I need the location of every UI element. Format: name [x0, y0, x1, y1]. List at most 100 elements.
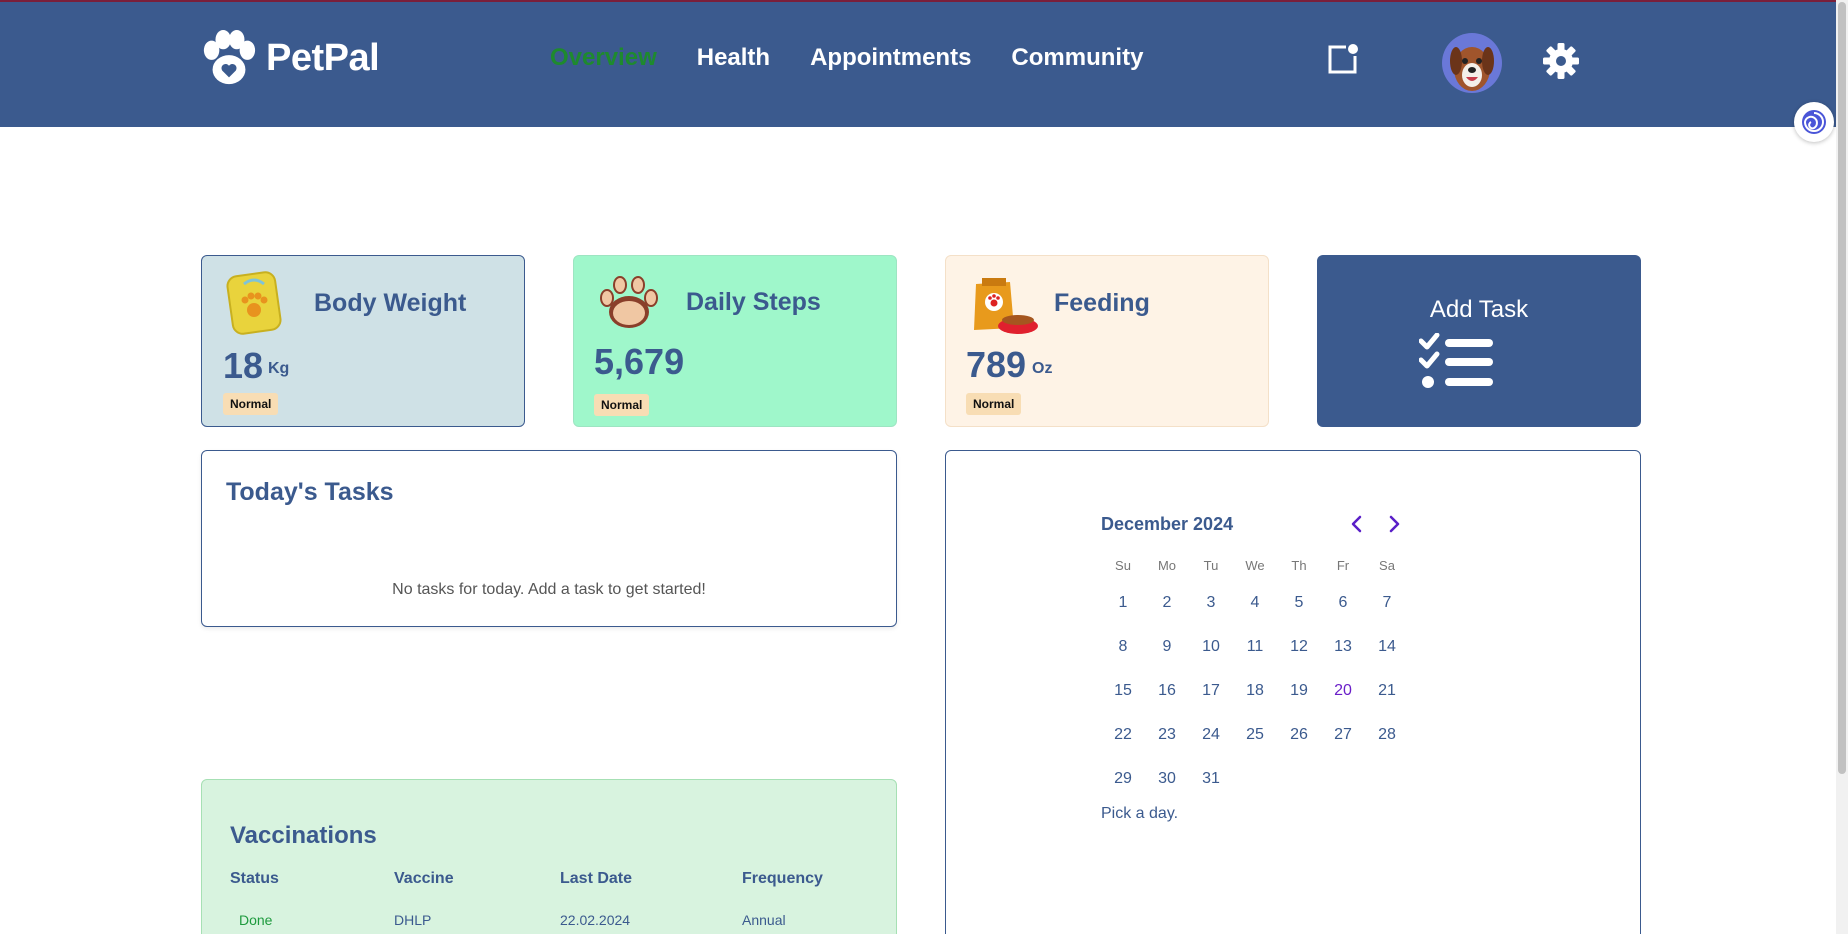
chevron-right-icon[interactable]: [1381, 511, 1407, 537]
calendar-day[interactable]: 25: [1233, 713, 1277, 757]
calendar-panel: December 2024 Su Mo Tu We Th Fr Sa 1 2 3…: [945, 450, 1641, 934]
calendar-week-row: 29 30 31: [1101, 757, 1409, 801]
nav-health[interactable]: Health: [697, 44, 770, 72]
calendar-month-label: December 2024: [1101, 514, 1234, 534]
body-weight-card[interactable]: Body Weight 18 Kg Normal: [201, 255, 525, 427]
weekday-label: Th: [1291, 558, 1307, 573]
calendar-footer: Pick a day.: [1101, 805, 1179, 822]
calendar-day[interactable]: 15: [1101, 669, 1145, 713]
calendar-day[interactable]: 7: [1365, 581, 1409, 625]
last-date-cell: 22.02.2024: [560, 912, 631, 928]
calendar-day[interactable]: 22: [1101, 713, 1145, 757]
frequency-cell: Annual: [742, 912, 786, 928]
calendar-day-today[interactable]: 20: [1321, 669, 1365, 713]
calendar-day-empty: [1365, 757, 1409, 801]
panel-title: Vaccinations: [230, 822, 377, 849]
calendar-day[interactable]: 19: [1277, 669, 1321, 713]
logo[interactable]: PetPal: [200, 29, 380, 87]
calendar-week-row: 1 2 3 4 5 6 7: [1101, 581, 1409, 625]
top-header: PetPal Overview Health Appointments Comm…: [0, 2, 1836, 127]
dog-avatar-icon: [1450, 47, 1494, 91]
calendar-day[interactable]: 28: [1365, 713, 1409, 757]
avatar[interactable]: [1442, 33, 1502, 93]
steps-value: 5,679: [594, 341, 685, 382]
column-header-last-date: Last Date: [560, 870, 633, 887]
scale-paw-icon: [226, 271, 282, 335]
gear-icon[interactable]: [1542, 42, 1580, 80]
checklist-icon: [1419, 333, 1493, 388]
calendar-day[interactable]: 31: [1189, 757, 1233, 801]
column-header-frequency: Frequency: [742, 870, 823, 887]
calendar-day[interactable]: 11: [1233, 625, 1277, 669]
notification-icon[interactable]: [1326, 42, 1360, 76]
status-badge: Normal: [594, 394, 650, 416]
weekday-label: Mo: [1157, 558, 1177, 573]
weekday-label: Sa: [1379, 558, 1395, 573]
page-scrollbar[interactable]: [1836, 0, 1848, 934]
feeding-unit: Oz: [1032, 360, 1053, 377]
calendar-day[interactable]: 5: [1277, 581, 1321, 625]
calendar-day[interactable]: 1: [1101, 581, 1145, 625]
vaccinations-panel: Vaccinations Status Vaccine Last Date Fr…: [201, 779, 897, 934]
column-header-status: Status: [230, 870, 279, 887]
weekday-header-row: Su Mo Tu We Th Fr Sa: [1101, 551, 1409, 581]
calendar-day[interactable]: 24: [1189, 713, 1233, 757]
column-header-vaccine: Vaccine: [394, 870, 454, 887]
weekday-label: Tu: [1203, 558, 1219, 573]
card-title: Daily Steps: [686, 288, 821, 316]
calendar-day-empty: [1233, 757, 1277, 801]
feeding-card[interactable]: Feeding 789 Oz Normal: [945, 255, 1269, 427]
swirl-icon: [1802, 110, 1826, 134]
nav-appointments[interactable]: Appointments: [810, 44, 971, 72]
nav-overview[interactable]: Overview: [550, 44, 657, 72]
calendar-day[interactable]: 2: [1145, 581, 1189, 625]
calendar-day[interactable]: 6: [1321, 581, 1365, 625]
paw-icon: [600, 276, 658, 328]
panel-title: Today's Tasks: [226, 478, 394, 506]
food-bag-icon: [974, 278, 1038, 334]
calendar-day[interactable]: 14: [1365, 625, 1409, 669]
card-title: Body Weight: [314, 289, 467, 317]
chevron-left-icon[interactable]: [1344, 511, 1370, 537]
calendar-day[interactable]: 13: [1321, 625, 1365, 669]
add-task-button[interactable]: Add Task: [1317, 255, 1641, 427]
calendar-day[interactable]: 4: [1233, 581, 1277, 625]
calendar-day[interactable]: 8: [1101, 625, 1145, 669]
calendar-day[interactable]: 9: [1145, 625, 1189, 669]
vaccine-cell: DHLP: [394, 912, 432, 928]
calendar-day-empty: [1321, 757, 1365, 801]
calendar-day[interactable]: 23: [1145, 713, 1189, 757]
app-name: PetPal: [266, 36, 380, 79]
todays-tasks-panel: Today's Tasks No tasks for today. Add a …: [201, 450, 897, 627]
daily-steps-card[interactable]: Daily Steps 5,679 Normal: [573, 255, 897, 427]
calendar-day[interactable]: 12: [1277, 625, 1321, 669]
calendar-day[interactable]: 16: [1145, 669, 1189, 713]
status-badge: Normal: [223, 393, 279, 415]
calendar-day[interactable]: 3: [1189, 581, 1233, 625]
calendar-day[interactable]: 21: [1365, 669, 1409, 713]
calendar-day[interactable]: 17: [1189, 669, 1233, 713]
calendar-week-row: 22 23 24 25 26 27 28: [1101, 713, 1409, 757]
calendar-day[interactable]: 27: [1321, 713, 1365, 757]
calendar-day[interactable]: 10: [1189, 625, 1233, 669]
weekday-label: Fr: [1336, 558, 1350, 573]
calendar-grid: Su Mo Tu We Th Fr Sa 1 2 3 4 5 6 7 8 9 1…: [1101, 551, 1409, 801]
scrollbar-thumb[interactable]: [1838, 2, 1846, 774]
calendar-day[interactable]: 29: [1101, 757, 1145, 801]
calendar-day[interactable]: 18: [1233, 669, 1277, 713]
calendar-day-empty: [1277, 757, 1321, 801]
calendar-day[interactable]: 30: [1145, 757, 1189, 801]
status-cell: Done: [239, 912, 273, 928]
weight-value: 18: [223, 345, 264, 386]
card-title: Feeding: [1054, 289, 1150, 317]
weekday-label: We: [1245, 558, 1265, 573]
nav-community[interactable]: Community: [1011, 44, 1143, 72]
calendar-week-row: 8 9 10 11 12 13 14: [1101, 625, 1409, 669]
browser-extension-icon[interactable]: [1794, 102, 1834, 142]
calendar-day[interactable]: 26: [1277, 713, 1321, 757]
add-task-label: Add Task: [1429, 296, 1529, 323]
calendar-week-row: 15 16 17 18 19 20 21: [1101, 669, 1409, 713]
weight-unit: Kg: [268, 360, 290, 377]
paw-logo-icon: [203, 29, 256, 85]
feeding-value: 789: [966, 344, 1027, 385]
